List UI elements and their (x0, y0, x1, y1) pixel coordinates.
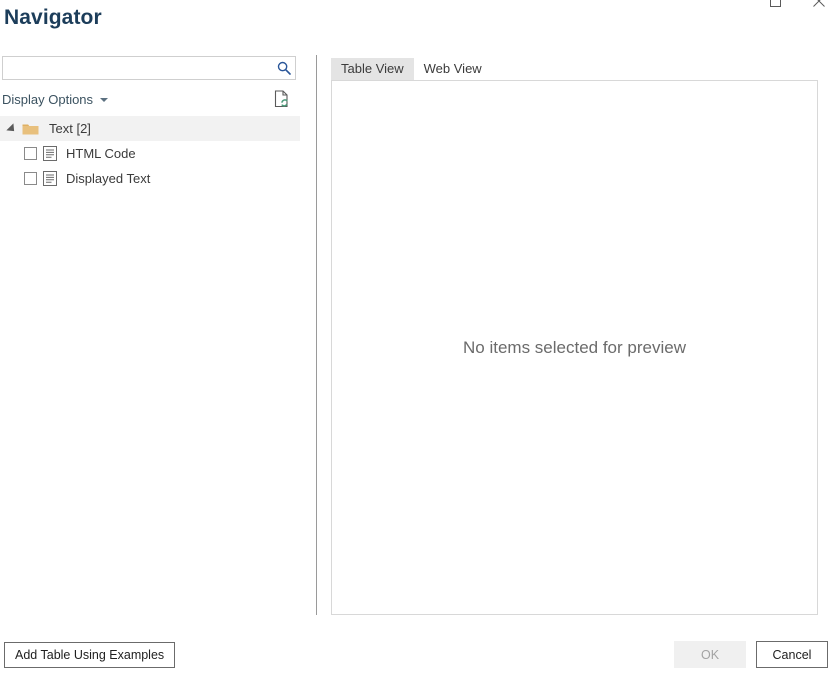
tree-item-label: Displayed Text (66, 171, 151, 186)
tab-web-view[interactable]: Web View (414, 58, 492, 80)
display-options-button[interactable]: Display Options (0, 91, 110, 108)
tree-group-label: Text [2] (49, 121, 91, 136)
footer-left: Add Table Using Examples (4, 642, 176, 668)
tree-group-text[interactable]: Text [2] (0, 116, 300, 141)
maximize-button[interactable] (764, 0, 786, 13)
panel-divider[interactable] (316, 55, 317, 615)
preview-panel: Table View Web View No items selected fo… (331, 58, 818, 615)
add-table-using-examples-button[interactable]: Add Table Using Examples (4, 642, 176, 668)
tree-item-label: HTML Code (66, 146, 136, 161)
ok-button[interactable]: OK (674, 641, 746, 668)
maximize-icon (769, 0, 781, 10)
triangle-expanded-icon[interactable] (4, 122, 20, 135)
page-title: Navigator (4, 6, 102, 29)
tree-item-displayed-text[interactable]: Displayed Text (0, 166, 299, 191)
tree-item-checkbox[interactable] (24, 147, 37, 160)
refresh-document-icon[interactable] (273, 89, 291, 109)
tab-table-view[interactable]: Table View (331, 58, 414, 80)
display-options-label: Display Options (2, 91, 94, 107)
close-button[interactable] (808, 0, 830, 13)
table-icon (43, 171, 57, 186)
tree-item-checkbox[interactable] (24, 172, 37, 185)
folder-icon (22, 122, 39, 136)
search-icon[interactable] (273, 61, 295, 75)
close-icon (813, 0, 825, 10)
search-input[interactable] (7, 57, 273, 79)
tree-item-html-code[interactable]: HTML Code (0, 141, 299, 166)
chevron-down-icon (100, 98, 109, 102)
navigator-left-panel: Display Options Text [2] HTML Code Displ… (0, 56, 301, 623)
table-icon (43, 146, 57, 161)
preview-content-area: No items selected for preview (331, 80, 818, 615)
search-box[interactable] (2, 56, 296, 80)
preview-empty-message: No items selected for preview (463, 337, 686, 357)
window-controls (764, 0, 830, 13)
preview-tab-strip: Table View Web View (331, 58, 818, 80)
footer-right: OK Cancel (674, 641, 828, 668)
options-row: Display Options (0, 88, 299, 110)
object-tree: Text [2] HTML Code Displayed Text (0, 116, 300, 191)
cancel-button[interactable]: Cancel (756, 641, 828, 668)
